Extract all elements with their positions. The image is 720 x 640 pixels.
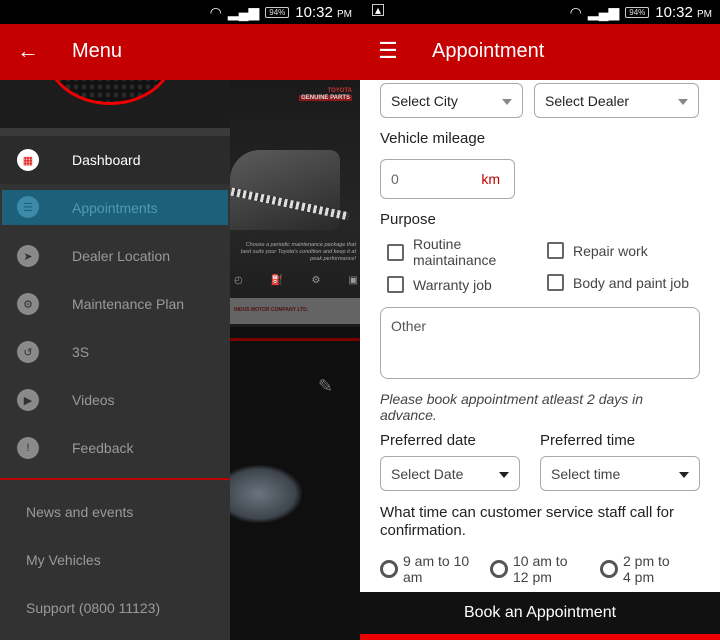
checkbox-body-and-paint-job[interactable]: Body and paint job	[547, 274, 689, 291]
checkbox-repair-work[interactable]: Repair work	[547, 242, 648, 259]
signal-icon: ▂▄▆	[587, 4, 620, 20]
background-content: TOYOTA GENUINE PARTS Choose a periodic ma…	[230, 80, 360, 640]
clock: 10:32 PM	[295, 4, 352, 21]
3s-icon: ↺	[17, 341, 39, 363]
drawer-strip	[0, 128, 230, 136]
call-time-question: What time can customer service staff cal…	[380, 504, 674, 539]
drawer-header	[0, 80, 230, 128]
radio-slot-10-12[interactable]: 10 am to 12 pm	[490, 553, 580, 585]
mileage-field[interactable]: km	[380, 159, 515, 199]
dropdown-arrow-icon	[499, 472, 509, 478]
mileage-input[interactable]	[391, 171, 471, 187]
performance-icon: ◴	[234, 275, 243, 286]
checkbox[interactable]	[387, 243, 404, 261]
back-arrow-icon[interactable]: ←	[16, 39, 40, 63]
battery-indicator: 94%	[625, 7, 650, 18]
maintenance-poster: TOYOTA GENUINE PARTS Choose a periodic ma…	[230, 80, 360, 327]
clock: 10:32 PM	[655, 4, 712, 21]
checkbox[interactable]	[547, 242, 564, 259]
poster-footer: INDUS MOTOR COMPANY LTD.	[230, 298, 360, 324]
other-purpose-input[interactable]	[380, 307, 700, 379]
app-bar: ← Menu	[0, 24, 360, 80]
avatar[interactable]	[45, 80, 175, 105]
location-arrow-icon: ➤	[17, 245, 39, 267]
toyota-logo: TOYOTA GENUINE PARTS	[299, 88, 352, 101]
status-bar: ▴ ◠ ▂▄▆ 94% 10:32 PM	[360, 0, 720, 24]
video-icon: ▶	[17, 389, 39, 411]
purpose-label: Purpose	[380, 211, 436, 228]
city-select[interactable]: Select City	[380, 83, 523, 118]
wifi-icon: ◠	[569, 4, 582, 20]
image-notification-icon: ▴	[372, 4, 384, 16]
menu-item-3s[interactable]: ↺ 3S	[0, 332, 230, 372]
poster-text: Choose a periodic maintenance package th…	[240, 242, 356, 262]
mileage-label: Vehicle mileage	[380, 130, 486, 147]
menu-item-my-vehicles[interactable]: My Vehicles	[26, 552, 101, 568]
menu-item-maintenance-plan[interactable]: ⚙ Maintenance Plan	[0, 284, 230, 324]
checkbox-warranty-job[interactable]: Warranty job	[387, 276, 492, 293]
menu-item-dealer-location[interactable]: ➤ Dealer Location	[0, 236, 230, 276]
checkbox-routine-maintainance[interactable]: Routine maintainance	[387, 236, 527, 268]
radio-button[interactable]	[490, 560, 508, 578]
app-bar: ☰ Appointment	[360, 24, 720, 80]
radio-button[interactable]	[600, 560, 618, 578]
dealer-select[interactable]: Select Dealer	[534, 83, 699, 118]
bottom-accent-bar	[360, 634, 720, 640]
poster-icons: ◴ ⛽ ⚙ ▣	[234, 275, 358, 286]
menu-item-feedback[interactable]: ! Feedback	[0, 428, 230, 468]
dropdown-arrow-icon	[678, 99, 688, 105]
pencil-icon[interactable]: ✎	[318, 376, 333, 397]
signal-icon: ▂▄▆	[227, 4, 260, 20]
status-bar: ◠ ▂▄▆ 94% 10:32 PM	[0, 0, 360, 24]
drawer-divider	[0, 478, 230, 480]
mileage-unit: km	[481, 171, 500, 187]
menu-screen: ◠ ▂▄▆ 94% 10:32 PM TOYOTA GENUINE PARTS C…	[0, 0, 360, 640]
appointment-form: Select City Select Dealer Vehicle mileag…	[360, 80, 720, 592]
appointments-icon: ☰	[17, 196, 39, 218]
menu-item-support[interactable]: Support (0800 11123)	[26, 600, 160, 616]
page-title: Appointment	[432, 40, 545, 62]
time-select[interactable]: Select time	[540, 456, 700, 491]
wifi-icon: ◠	[209, 4, 222, 20]
service-icon: ▣	[348, 275, 358, 286]
checkbox[interactable]	[547, 274, 564, 291]
battery-indicator: 94%	[265, 7, 290, 18]
menu-item-appointments[interactable]: ☰ Appointments	[2, 190, 228, 225]
book-appointment-button[interactable]: Book an Appointment	[360, 592, 720, 634]
feedback-icon: !	[17, 437, 39, 459]
checkbox[interactable]	[387, 276, 404, 293]
radio-slot-2-4[interactable]: 2 pm to 4 pm	[600, 553, 680, 585]
page-title: Menu	[72, 40, 123, 62]
maintenance-icon: ⚙	[17, 293, 39, 315]
date-select[interactable]: Select Date	[380, 456, 520, 491]
radio-slot-9-10[interactable]: 9 am to 10 am	[380, 553, 470, 585]
dropdown-arrow-icon	[502, 99, 512, 105]
menu-item-dashboard[interactable]: ▦ Dashboard	[0, 136, 230, 184]
date-label: Preferred date	[380, 432, 476, 449]
navigation-drawer: ▦ Dashboard ☰ Appointments ➤ Dealer Loca…	[0, 80, 230, 640]
hamburger-menu-icon[interactable]: ☰	[376, 39, 400, 63]
vehicle-image	[230, 465, 302, 523]
maintenance-icon: ⚙	[311, 275, 321, 286]
menu-item-news-and-events[interactable]: News and events	[26, 504, 133, 520]
time-label: Preferred time	[540, 432, 636, 449]
radio-button[interactable]	[380, 560, 398, 578]
dropdown-arrow-icon	[679, 472, 689, 478]
appointment-screen: ▴ ◠ ▂▄▆ 94% 10:32 PM ☰ Appointment Selec…	[360, 0, 720, 640]
oil-filter-icon: ⛽	[270, 275, 284, 286]
menu-item-videos[interactable]: ▶ Videos	[0, 380, 230, 420]
divider	[230, 338, 360, 341]
dashboard-icon: ▦	[17, 149, 39, 171]
booking-note: Please book appointment atleast 2 days i…	[380, 391, 644, 423]
